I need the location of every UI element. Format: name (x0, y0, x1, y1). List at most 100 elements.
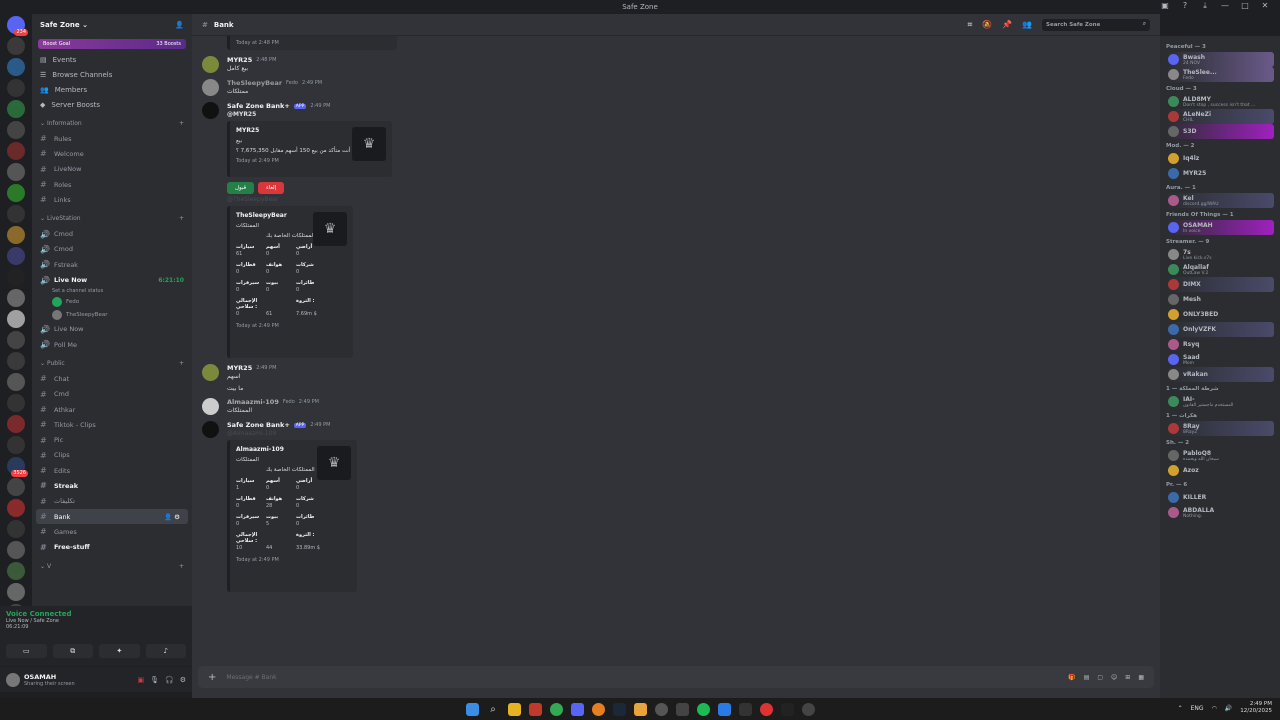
channel-item[interactable]: # Edits (32, 463, 192, 478)
threads-icon[interactable]: ⌗ (968, 20, 973, 30)
channel-item[interactable]: # LiveNow (32, 162, 192, 177)
app-icon[interactable] (591, 702, 605, 716)
file-explorer-icon[interactable] (507, 702, 521, 716)
server-icon[interactable] (7, 331, 25, 349)
message-author[interactable]: Safe Zone Bank+ (227, 421, 290, 429)
mention[interactable]: @Almaazmi-109 (227, 430, 357, 437)
server-icon[interactable] (7, 247, 25, 265)
headphones-icon[interactable]: 🎧 (165, 676, 174, 684)
member-item[interactable]: ALD8MY Don't stop , success isn't that ..… (1166, 94, 1274, 109)
category-livestation[interactable]: ⌄ LiveStation + (32, 211, 192, 226)
message-author[interactable]: MYR25 (227, 364, 252, 372)
server-icon[interactable] (7, 268, 25, 286)
gif-icon[interactable]: ▤ (1084, 674, 1090, 681)
member-item[interactable]: Mesh (1166, 292, 1274, 307)
emoji-icon[interactable]: ☺ (1111, 674, 1117, 681)
app-icon[interactable] (780, 702, 794, 716)
channel-item[interactable]: # Streak (32, 478, 192, 493)
nav-members[interactable]: 👥 Members (32, 82, 192, 97)
notification-icon[interactable]: 🔕 (982, 20, 992, 29)
server-icon[interactable] (7, 583, 25, 601)
wifi-icon[interactable]: ◠ (1212, 705, 1217, 712)
member-item[interactable]: Iq4lz (1166, 151, 1274, 166)
avatar[interactable] (202, 79, 219, 96)
message-composer[interactable]: + Message # Bank 🎁 ▤ ▢ ☺ ⊞ ▦ (198, 666, 1154, 688)
add-channel-icon[interactable]: + (179, 360, 184, 367)
channel-settings-icon[interactable]: 👤 ⚙ (164, 513, 180, 521)
voice-channel-live-now[interactable]: 🔊 Live Now 6:21:10 (32, 272, 192, 287)
message[interactable]: MYR25 2:48 PM بيع كامل (202, 56, 1150, 73)
message[interactable]: Safe Zone Bank+ APP 2:49 PM @MYR25 ♛ MYR25… (202, 102, 1150, 358)
member-item[interactable]: 8Ray 8Ray2 (1166, 421, 1274, 436)
channel-item[interactable]: 🔊 Cmod (32, 226, 192, 241)
server-icon[interactable] (7, 478, 25, 496)
channel-item[interactable]: 🔊 Poll Me (32, 337, 192, 352)
avatar[interactable] (202, 56, 219, 73)
member-item[interactable]: Bwash 24 NOV (1166, 52, 1274, 67)
add-member-icon[interactable]: 👤 (175, 21, 184, 29)
channel-item[interactable]: # Games (32, 524, 192, 539)
server-icon[interactable] (7, 100, 25, 118)
mention[interactable]: @MYR25 (227, 111, 392, 118)
voice-status[interactable]: Voice Connected (6, 610, 186, 618)
message[interactable]: Almaazmi-109 Fedo 2:49 PM الممتلكات (202, 398, 1150, 415)
mention[interactable]: @TheSleepyBear (227, 196, 392, 203)
nav-server-boosts[interactable]: ◆ Server Boosts (32, 97, 192, 112)
category-information[interactable]: ⌄ Information + (32, 116, 192, 131)
avatar[interactable] (202, 421, 219, 438)
member-item[interactable]: OSAMAH In voice (1166, 220, 1274, 235)
guild-header[interactable]: Safe Zone ⌄ 👤 (32, 14, 192, 36)
category-public[interactable]: ⌄ Public + (32, 356, 192, 371)
gift-icon[interactable]: 🎁 (1068, 674, 1075, 681)
channel-item[interactable]: # تكليفات (32, 494, 192, 509)
voice-user[interactable]: Fedo (32, 296, 192, 309)
member-item[interactable]: KILLER (1166, 490, 1274, 505)
server-icon[interactable] (7, 562, 25, 580)
cancel-button[interactable]: إلغاء (258, 182, 285, 194)
channel-item[interactable]: # Chat (32, 371, 192, 386)
server-icon[interactable] (7, 163, 25, 181)
channel-item[interactable]: # Bank 👤 ⚙ (36, 508, 188, 525)
message[interactable]: TheSleepyBear Fedo 2:49 PM ممتلكات (202, 79, 1150, 96)
channel-item[interactable]: 🔊 Fstreak (32, 257, 192, 272)
help-icon[interactable]: ? (1180, 1, 1190, 11)
chevron-up-icon[interactable]: ⌃ (1178, 705, 1183, 712)
member-item[interactable]: TheSlee... Fedo (1166, 67, 1274, 82)
member-item[interactable]: Saad Mom (1166, 352, 1274, 367)
member-item[interactable]: Alqallaf OutLaw V.2 (1166, 262, 1274, 277)
download-icon[interactable]: ⤓ (1200, 1, 1210, 11)
server-icon[interactable] (7, 520, 25, 538)
member-item[interactable]: Rsyq (1166, 337, 1274, 352)
server-icon[interactable] (7, 373, 25, 391)
member-item[interactable]: MYR25 (1166, 166, 1274, 181)
channel-item[interactable]: 🔊 Cmod (32, 242, 192, 257)
channel-item[interactable]: 🔊 Live Now (32, 322, 192, 337)
channel-item[interactable]: # Roles (32, 177, 192, 192)
sticker-icon[interactable]: ▢ (1097, 674, 1103, 681)
message-author[interactable]: TheSleepyBear (227, 79, 282, 87)
spotify-icon[interactable] (696, 702, 710, 716)
channel-status[interactable]: Set a channel status (32, 288, 192, 296)
category-v[interactable]: ⌄ V + (32, 559, 192, 574)
server-icon[interactable] (7, 499, 25, 517)
server-icon[interactable] (7, 310, 25, 328)
channel-item[interactable]: # Links (32, 192, 192, 207)
member-item[interactable]: DIMX (1166, 277, 1274, 292)
server-icon[interactable] (7, 352, 25, 370)
app-icon[interactable] (801, 702, 815, 716)
server-icon[interactable] (7, 58, 25, 76)
message[interactable]: MYR25 2:49 PM اسهم ما بيت (202, 364, 1150, 392)
stream-icon[interactable]: ▣ (137, 676, 144, 684)
pin-icon[interactable]: 📌 (1002, 20, 1012, 29)
channel-item[interactable]: # Cmd (32, 387, 192, 402)
windows-start-icon[interactable] (465, 702, 479, 716)
discord-icon[interactable] (570, 702, 584, 716)
add-channel-icon[interactable]: + (179, 563, 184, 570)
chrome-icon[interactable] (549, 702, 563, 716)
inbox-icon[interactable]: ▣ (1160, 1, 1170, 11)
volume-icon[interactable]: 🔊 (1225, 705, 1232, 712)
member-item[interactable]: vRakan (1166, 367, 1274, 382)
app-icon[interactable] (717, 702, 731, 716)
member-item[interactable]: Azoz (1166, 463, 1274, 478)
app-icon[interactable] (759, 702, 773, 716)
